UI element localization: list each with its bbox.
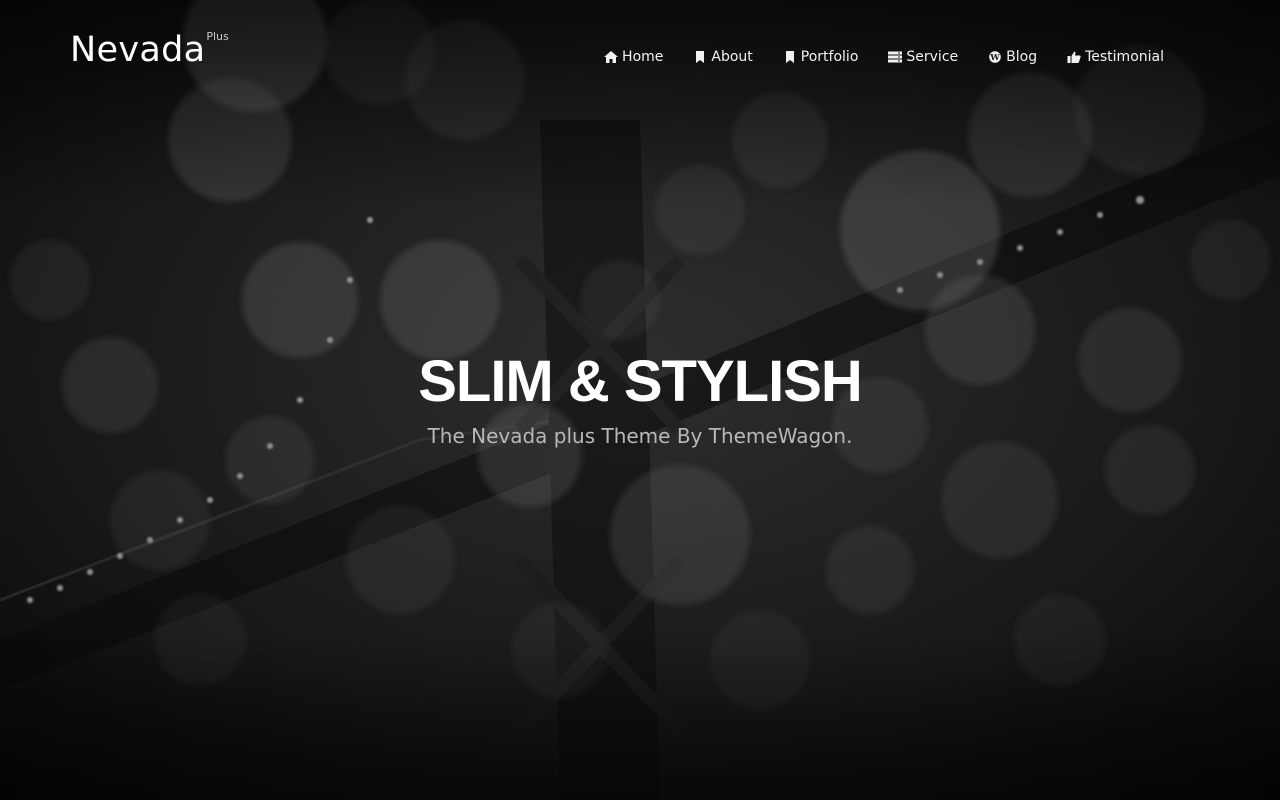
nav-label: Testimonial bbox=[1085, 49, 1164, 65]
brand-logo[interactable]: Nevada Plus bbox=[70, 30, 229, 70]
nav-label: Home bbox=[622, 49, 664, 65]
server-icon bbox=[888, 51, 903, 63]
hero-subtitle: The Nevada plus Theme By ThemeWagon. bbox=[427, 424, 853, 448]
nav-item-portfolio[interactable]: Portfolio bbox=[783, 47, 859, 67]
svg-text:W: W bbox=[989, 53, 1000, 63]
thumbs-up-icon bbox=[1067, 51, 1081, 63]
nav-item-home[interactable]: Home bbox=[604, 47, 663, 67]
nav-item-blog[interactable]: W Blog bbox=[988, 47, 1037, 67]
nav-item-about[interactable]: About bbox=[693, 47, 753, 67]
hero-title: SLIM & STYLISH bbox=[418, 349, 863, 414]
nav-label: Blog bbox=[1006, 49, 1038, 65]
nav-item-service[interactable]: Service bbox=[888, 47, 958, 67]
nav-item-testimonial[interactable]: Testimonial bbox=[1067, 47, 1164, 67]
nav-label: Service bbox=[906, 49, 959, 65]
hero-section: Nevada Plus Home About Portfolio Service… bbox=[0, 0, 1280, 800]
home-icon bbox=[604, 51, 619, 63]
brand-superscript: Plus bbox=[206, 30, 229, 43]
brand-name: Nevada bbox=[70, 30, 206, 70]
main-nav: Home About Portfolio Service W Blog Test… bbox=[604, 47, 1164, 67]
bookmark-icon bbox=[783, 51, 797, 63]
nav-label: Portfolio bbox=[800, 49, 859, 65]
wordpress-icon: W bbox=[988, 51, 1002, 63]
hero-caption: SLIM & STYLISH The Nevada plus Theme By … bbox=[0, 348, 1280, 449]
nav-label: About bbox=[711, 49, 753, 65]
bookmark-icon bbox=[693, 51, 707, 63]
